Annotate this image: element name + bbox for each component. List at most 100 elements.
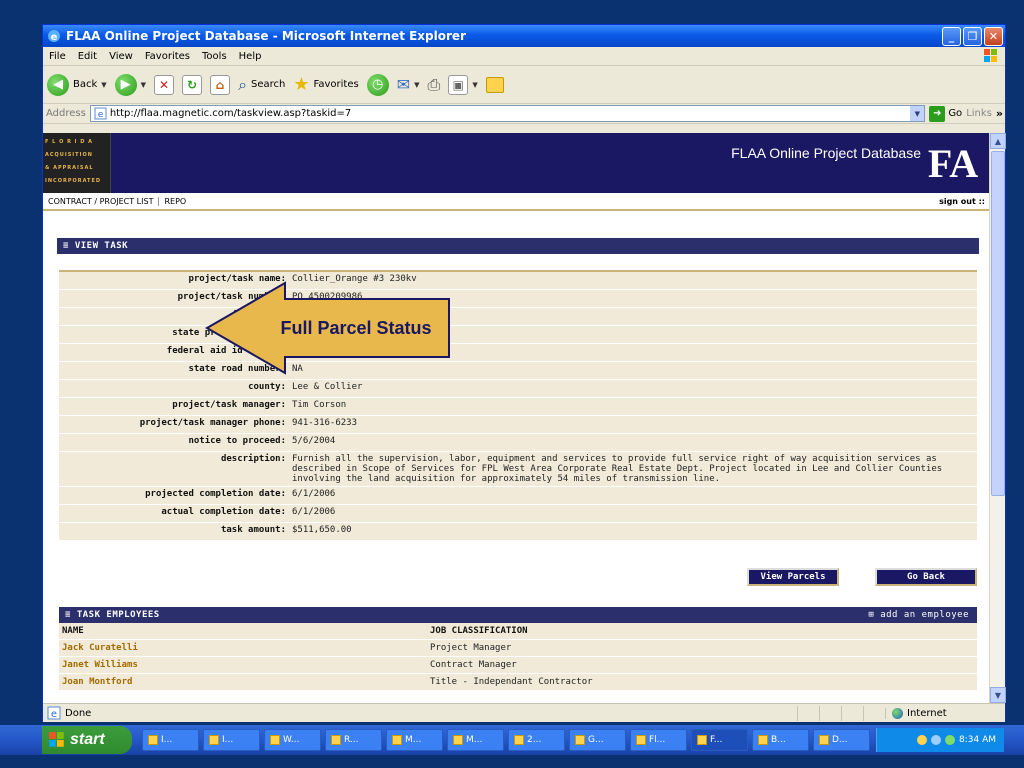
taskbar-task-button[interactable]: 2... [508, 729, 565, 751]
back-button[interactable]: ◀ Back ▼ [47, 73, 107, 96]
standard-toolbar: ◀ Back ▼ ▶ ▼ ✕ ↻ ⌂ ⌕ Search ★ Favorites … [43, 66, 1005, 104]
star-icon: ★ [293, 74, 310, 95]
search-label: Search [251, 79, 286, 90]
chevron-down-icon[interactable]: ▼ [141, 81, 146, 89]
taskbar-task-button[interactable]: B... [752, 729, 809, 751]
taskbar-task-button[interactable]: I... [203, 729, 260, 751]
app-icon [636, 735, 646, 745]
detail-row: state road number: NA [59, 361, 977, 380]
chevron-down-icon[interactable]: ▼ [414, 81, 419, 89]
employee-name-link[interactable]: Joan Montford [59, 673, 427, 691]
detail-row: project/task manager phone: 941-316-6233 [59, 415, 977, 434]
taskbar-task-button[interactable]: W... [264, 729, 321, 751]
app-icon [697, 735, 707, 745]
discuss-icon[interactable] [485, 76, 504, 93]
forward-button[interactable]: ▶ ▼ [114, 73, 146, 96]
status-pane [841, 705, 863, 721]
stop-icon[interactable]: ✕ [154, 74, 175, 95]
employee-name-link[interactable]: Janet Williams [59, 656, 427, 674]
menu-view[interactable]: View [103, 51, 139, 62]
taskbar-task-button[interactable]: R... [325, 729, 382, 751]
task-actions: View Parcels Go Back [43, 568, 989, 588]
ie-page-icon: e [94, 107, 107, 120]
detail-label: county: [59, 379, 289, 398]
detail-row: project/task name: Collier_Orange #3 230k… [59, 271, 977, 290]
site-header: F L O R I D A ACQUISITION & APPRAISAL IN… [43, 133, 989, 193]
task-details: project/task name: Collier_Orange #3 230k… [57, 270, 977, 541]
sign-out-link[interactable]: sign out :: [939, 197, 985, 206]
menu-help[interactable]: Help [233, 51, 268, 62]
detail-value: Furnish all the supervision, labor, equi… [289, 451, 977, 487]
detail-row: description: Furnish all the supervision,… [59, 451, 977, 487]
task-label: W... [283, 735, 300, 745]
status-pane [819, 705, 841, 721]
chevron-down-icon[interactable]: ▼ [101, 81, 106, 89]
task-employees-section: ≡ TASK EMPLOYEES ⊞ add an employee NAME … [59, 607, 977, 691]
app-icon [575, 735, 585, 745]
vertical-scrollbar[interactable]: ▲ ▼ [989, 133, 1006, 703]
start-button[interactable]: start [42, 726, 132, 754]
taskbar-task-button[interactable]: M... [447, 729, 504, 751]
address-input[interactable]: e http://flaa.magnetic.com/taskview.asp?… [89, 105, 926, 122]
scroll-up-icon[interactable]: ▲ [990, 133, 1006, 149]
scroll-down-icon[interactable]: ▼ [990, 687, 1006, 703]
taskbar-task-button[interactable]: M... [386, 729, 443, 751]
detail-row: actual completion date: 6/1/2006 [59, 504, 977, 523]
chevron-down-icon[interactable]: ▼ [910, 106, 925, 121]
app-icon [819, 735, 829, 745]
menu-edit[interactable]: Edit [72, 51, 103, 62]
app-icon [453, 735, 463, 745]
go-button[interactable]: ➜ Go [929, 105, 962, 122]
svg-text:e: e [51, 32, 58, 43]
tray-network-icon[interactable] [931, 735, 941, 745]
table-row: Jack Curatelli Project Manager [59, 639, 977, 657]
view-parcels-button[interactable]: View Parcels [747, 568, 839, 586]
task-label: D... [832, 735, 848, 745]
search-icon: ⌕ [238, 74, 248, 94]
history-icon[interactable]: ◷ [366, 73, 389, 96]
detail-label: actual completion date: [59, 504, 289, 523]
favorites-button[interactable]: ★ Favorites [293, 74, 358, 95]
employee-name-link[interactable]: Jack Curatelli [59, 639, 427, 657]
detail-row: project/task number: PO 4500209986 [59, 289, 977, 308]
home-icon[interactable]: ⌂ [210, 74, 231, 95]
nav-contract-project-list[interactable]: CONTRACT / PROJECT LIST [43, 196, 160, 206]
window-title: FLAA Online Project Database - Microsoft… [66, 29, 466, 43]
tray-safely-remove-icon[interactable] [945, 735, 955, 745]
menu-tools[interactable]: Tools [196, 51, 233, 62]
title-bar[interactable]: e FLAA Online Project Database - Microso… [43, 25, 1005, 47]
clock[interactable]: 8:34 AM [959, 735, 996, 745]
task-label: Fl... [649, 735, 666, 745]
svg-text:e: e [98, 110, 104, 120]
close-button[interactable]: ✕ [984, 26, 1003, 46]
company-logo[interactable]: F L O R I D A ACQUISITION & APPRAISAL IN… [43, 133, 111, 193]
address-bar: Address e http://flaa.magnetic.com/taskv… [43, 104, 1005, 124]
minimize-button[interactable]: _ [942, 26, 961, 46]
app-icon [514, 735, 524, 745]
detail-value: 5/6/2004 [289, 433, 977, 452]
refresh-icon[interactable]: ↻ [182, 74, 203, 95]
chevron-right-icon[interactable]: » [996, 107, 1003, 120]
links-button[interactable]: Links [966, 108, 992, 119]
go-back-button[interactable]: Go Back [875, 568, 977, 586]
menu-file[interactable]: File [43, 51, 72, 62]
taskbar-task-button[interactable]: I... [142, 729, 199, 751]
taskbar-task-button[interactable]: Fl... [630, 729, 687, 751]
chevron-down-icon[interactable]: ▼ [472, 81, 477, 89]
taskbar-task-button[interactable]: F... [691, 729, 748, 751]
print-icon[interactable]: ⎙ [428, 75, 441, 95]
taskbar-task-button[interactable]: D... [813, 729, 870, 751]
scroll-thumb[interactable] [991, 151, 1005, 496]
menu-favorites[interactable]: Favorites [139, 51, 196, 62]
maximize-button[interactable]: ❐ [963, 26, 982, 46]
edit-icon[interactable]: ▣ [448, 74, 469, 95]
mail-icon[interactable]: ✉ [397, 75, 410, 94]
tray-shield-icon[interactable] [917, 735, 927, 745]
search-button[interactable]: ⌕ Search [238, 75, 285, 95]
taskbar-task-button[interactable]: G... [569, 729, 626, 751]
detail-label: project/task manager phone: [59, 415, 289, 434]
view-task-title: ≡ VIEW TASK [63, 241, 129, 251]
task-label: F... [710, 735, 723, 745]
nav-reports[interactable]: REPO [159, 197, 191, 206]
add-employee-link[interactable]: ⊞ add an employee [868, 610, 969, 620]
